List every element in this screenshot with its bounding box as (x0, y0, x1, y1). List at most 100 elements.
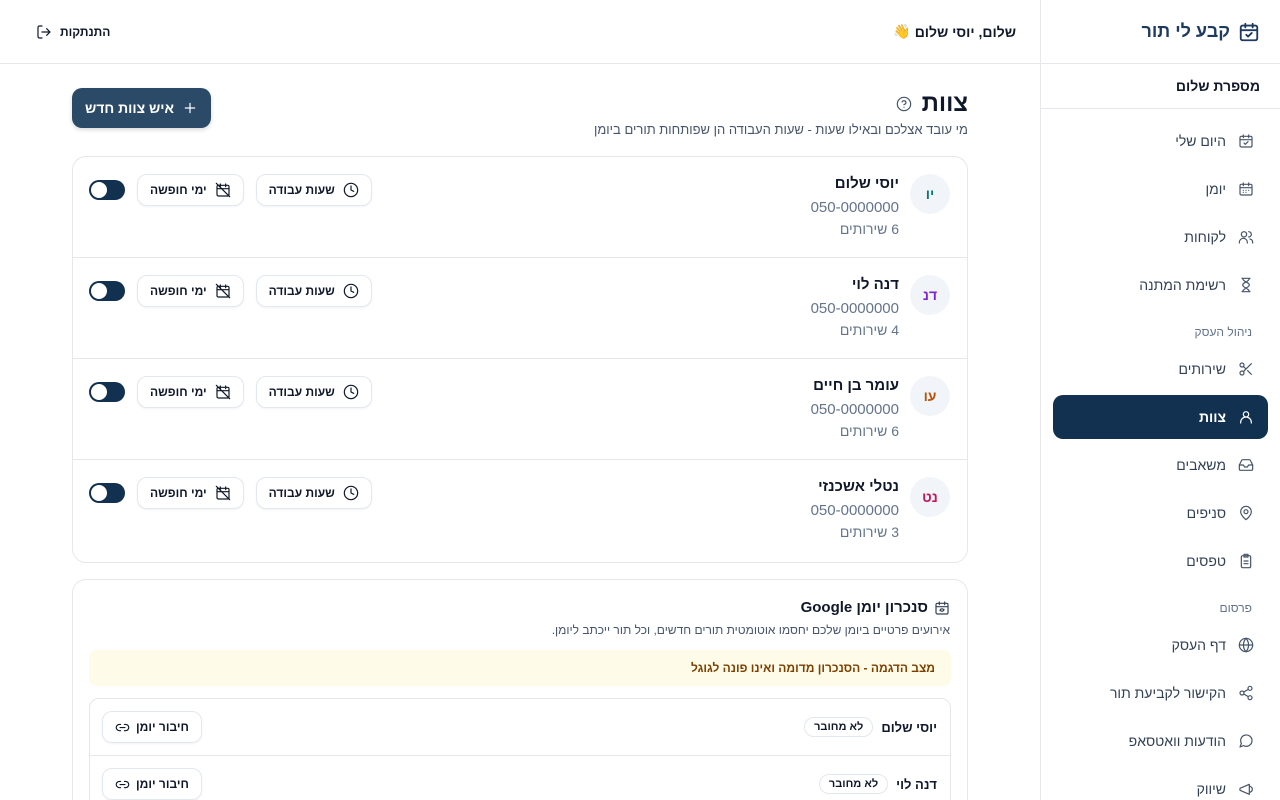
member-name: עומר בן חיים (813, 377, 899, 394)
sync-list: יוסי שלום לא מחובר חיבור יומן דנה לוי לא… (89, 698, 951, 800)
avatar: יו (910, 174, 950, 214)
sidebar-item-label: היום שלי (1175, 133, 1226, 149)
connect-calendar-button[interactable]: חיבור יומן (102, 768, 202, 800)
member-phone: 050-0000000 (810, 199, 899, 216)
sync-row: דנה לוי לא מחובר חיבור יומן (90, 756, 950, 800)
team-list: יו יוסי שלום 050-0000000 6 שירותים ימי ח… (72, 156, 968, 563)
member-info: יוסי שלום 050-0000000 6 שירותים (811, 175, 899, 237)
logout-button[interactable]: התנתקות (36, 24, 110, 40)
scissors-icon (1238, 361, 1254, 377)
status-badge: לא מחובר (804, 717, 874, 737)
avatar: עו (910, 376, 950, 416)
demo-mode-banner: מצב הדגמה - הסנכרון מדומה ואינו פונה לגו… (89, 650, 951, 686)
sidebar-item-label: לקוחות (1184, 229, 1226, 245)
sync-header: סנכרון יומן Google (801, 599, 950, 616)
sidebar-item-services[interactable]: שירותים (1053, 347, 1268, 391)
sidebar-item-clients[interactable]: לקוחות (1053, 215, 1268, 259)
hourglass-icon (1238, 277, 1254, 293)
sidebar-item-label: טפסים (1186, 553, 1226, 569)
member-active-toggle[interactable] (89, 483, 125, 503)
member-active-toggle[interactable] (89, 281, 125, 301)
sidebar: קבע לי תור מספרת שלום היום שלי יומן לקוח… (1040, 0, 1280, 800)
add-team-member-label: איש צוות חדש (84, 100, 175, 116)
member-active-toggle[interactable] (89, 180, 125, 200)
add-team-member-button[interactable]: איש צוות חדש (72, 88, 211, 128)
brand[interactable]: קבע לי תור (1041, 0, 1280, 64)
team-member-row: יו יוסי שלום 050-0000000 6 שירותים ימי ח… (73, 157, 967, 258)
help-icon[interactable] (896, 96, 912, 112)
business-name: מספרת שלום (1041, 64, 1280, 109)
member-services-count: 6 שירותים (839, 221, 899, 237)
working-hours-button[interactable]: שעות עבודה (255, 275, 372, 307)
sidebar-item-label: הודעות וואטסאפ (1128, 733, 1226, 749)
sync-member-name: יוסי שלום (881, 719, 937, 735)
member-info: דנה לוי 050-0000000 4 שירותים (811, 276, 899, 338)
title-row: צוות (896, 90, 968, 118)
sync-description: אירועים פרטיים ביומן שלכם יחסמו אוטומטית… (551, 623, 950, 637)
team-member-row: נט נטלי אשכנזי 050-0000000 3 שירותים ימי… (73, 460, 967, 562)
vacation-days-button[interactable]: ימי חופשה (137, 174, 244, 206)
sidebar-item-label: סניפים (1186, 505, 1226, 521)
connect-calendar-button[interactable]: חיבור יומן (102, 711, 202, 743)
map-pin-icon (1238, 505, 1254, 521)
avatar: נט (910, 477, 950, 517)
status-badge: לא מחובר (818, 774, 889, 794)
working-hours-label: שעות עבודה (268, 183, 335, 197)
topbar: שלום, יוסי שלום 👋 התנתקות (0, 0, 1040, 64)
member-phone: 050-0000000 (810, 401, 899, 418)
sidebar-item-team[interactable]: צוות (1053, 395, 1268, 439)
logout-label: התנתקות (60, 24, 111, 39)
sidebar-item-waitlist[interactable]: רשימת המתנה (1053, 263, 1268, 307)
sidebar-item-whatsapp[interactable]: הודעות וואטסאפ (1053, 719, 1268, 763)
calendar-check-icon (1238, 21, 1260, 43)
working-hours-label: שעות עבודה (268, 284, 335, 298)
sidebar-item-branches[interactable]: סניפים (1053, 491, 1268, 535)
member-name: נטלי אשכנזי (818, 478, 899, 495)
sidebar-item-label: שיווק (1196, 781, 1226, 797)
member-phone: 050-0000000 (810, 502, 899, 519)
member-actions: ימי חופשה שעות עבודה (89, 477, 372, 509)
nav-section-publish: פרסום (1219, 601, 1253, 615)
calendar-check-icon (1238, 133, 1254, 149)
vacation-days-label: ימי חופשה (150, 183, 207, 197)
sidebar-item-resources[interactable]: משאבים (1053, 443, 1268, 487)
connect-calendar-label: חיבור יומן (136, 720, 189, 734)
working-hours-label: שעות עבודה (268, 385, 335, 399)
sidebar-item-booking-link[interactable]: הקישור לקביעת תור (1053, 671, 1268, 715)
calendar-off-icon (215, 283, 231, 299)
sync-member-name: דנה לוי (896, 776, 937, 792)
sidebar-item-calendar[interactable]: יומן (1053, 167, 1268, 211)
member-info: עומר בן חיים 050-0000000 6 שירותים (811, 377, 899, 439)
member-phone: 050-0000000 (810, 300, 899, 317)
sidebar-item-marketing[interactable]: שיווק (1053, 767, 1268, 800)
sync-member: יוסי שלום לא מחובר (804, 717, 937, 737)
working-hours-button[interactable]: שעות עבודה (255, 174, 372, 206)
logout-icon (36, 24, 52, 40)
brand-name: קבע לי תור (1141, 21, 1230, 41)
team-member-row: עו עומר בן חיים 050-0000000 6 שירותים ימ… (73, 359, 967, 460)
member-services-count: 4 שירותים (839, 322, 899, 338)
working-hours-button[interactable]: שעות עבודה (255, 477, 372, 509)
message-icon (1238, 733, 1254, 749)
clipboard-icon (1238, 553, 1254, 569)
sidebar-nav: היום שלי יומן לקוחות רשימת המתנה ניהול ה… (1041, 109, 1280, 800)
member-active-toggle[interactable] (89, 382, 125, 402)
working-hours-button[interactable]: שעות עבודה (255, 376, 372, 408)
plus-icon (182, 100, 198, 116)
sync-title: סנכרון יומן Google (800, 599, 928, 616)
sync-row: יוסי שלום לא מחובר חיבור יומן (90, 699, 950, 756)
main-content: צוות מי עובד אצלכם ובאילו שעות - שעות הע… (72, 64, 968, 800)
vacation-days-button[interactable]: ימי חופשה (137, 477, 244, 509)
greeting-text: שלום, יוסי שלום (914, 23, 1016, 40)
sidebar-item-my-day[interactable]: היום שלי (1053, 119, 1268, 163)
vacation-days-button[interactable]: ימי חופשה (137, 376, 244, 408)
sidebar-item-forms[interactable]: טפסים (1053, 539, 1268, 583)
link-icon (115, 777, 130, 792)
member-name: יוסי שלום (834, 175, 899, 192)
sync-member: דנה לוי לא מחובר (818, 774, 937, 794)
vacation-days-button[interactable]: ימי חופשה (137, 275, 244, 307)
sidebar-item-business-page[interactable]: דף העסק (1053, 623, 1268, 667)
users-icon (1238, 229, 1254, 245)
page-title: צוות (921, 90, 968, 117)
member-actions: ימי חופשה שעות עבודה (89, 275, 372, 307)
